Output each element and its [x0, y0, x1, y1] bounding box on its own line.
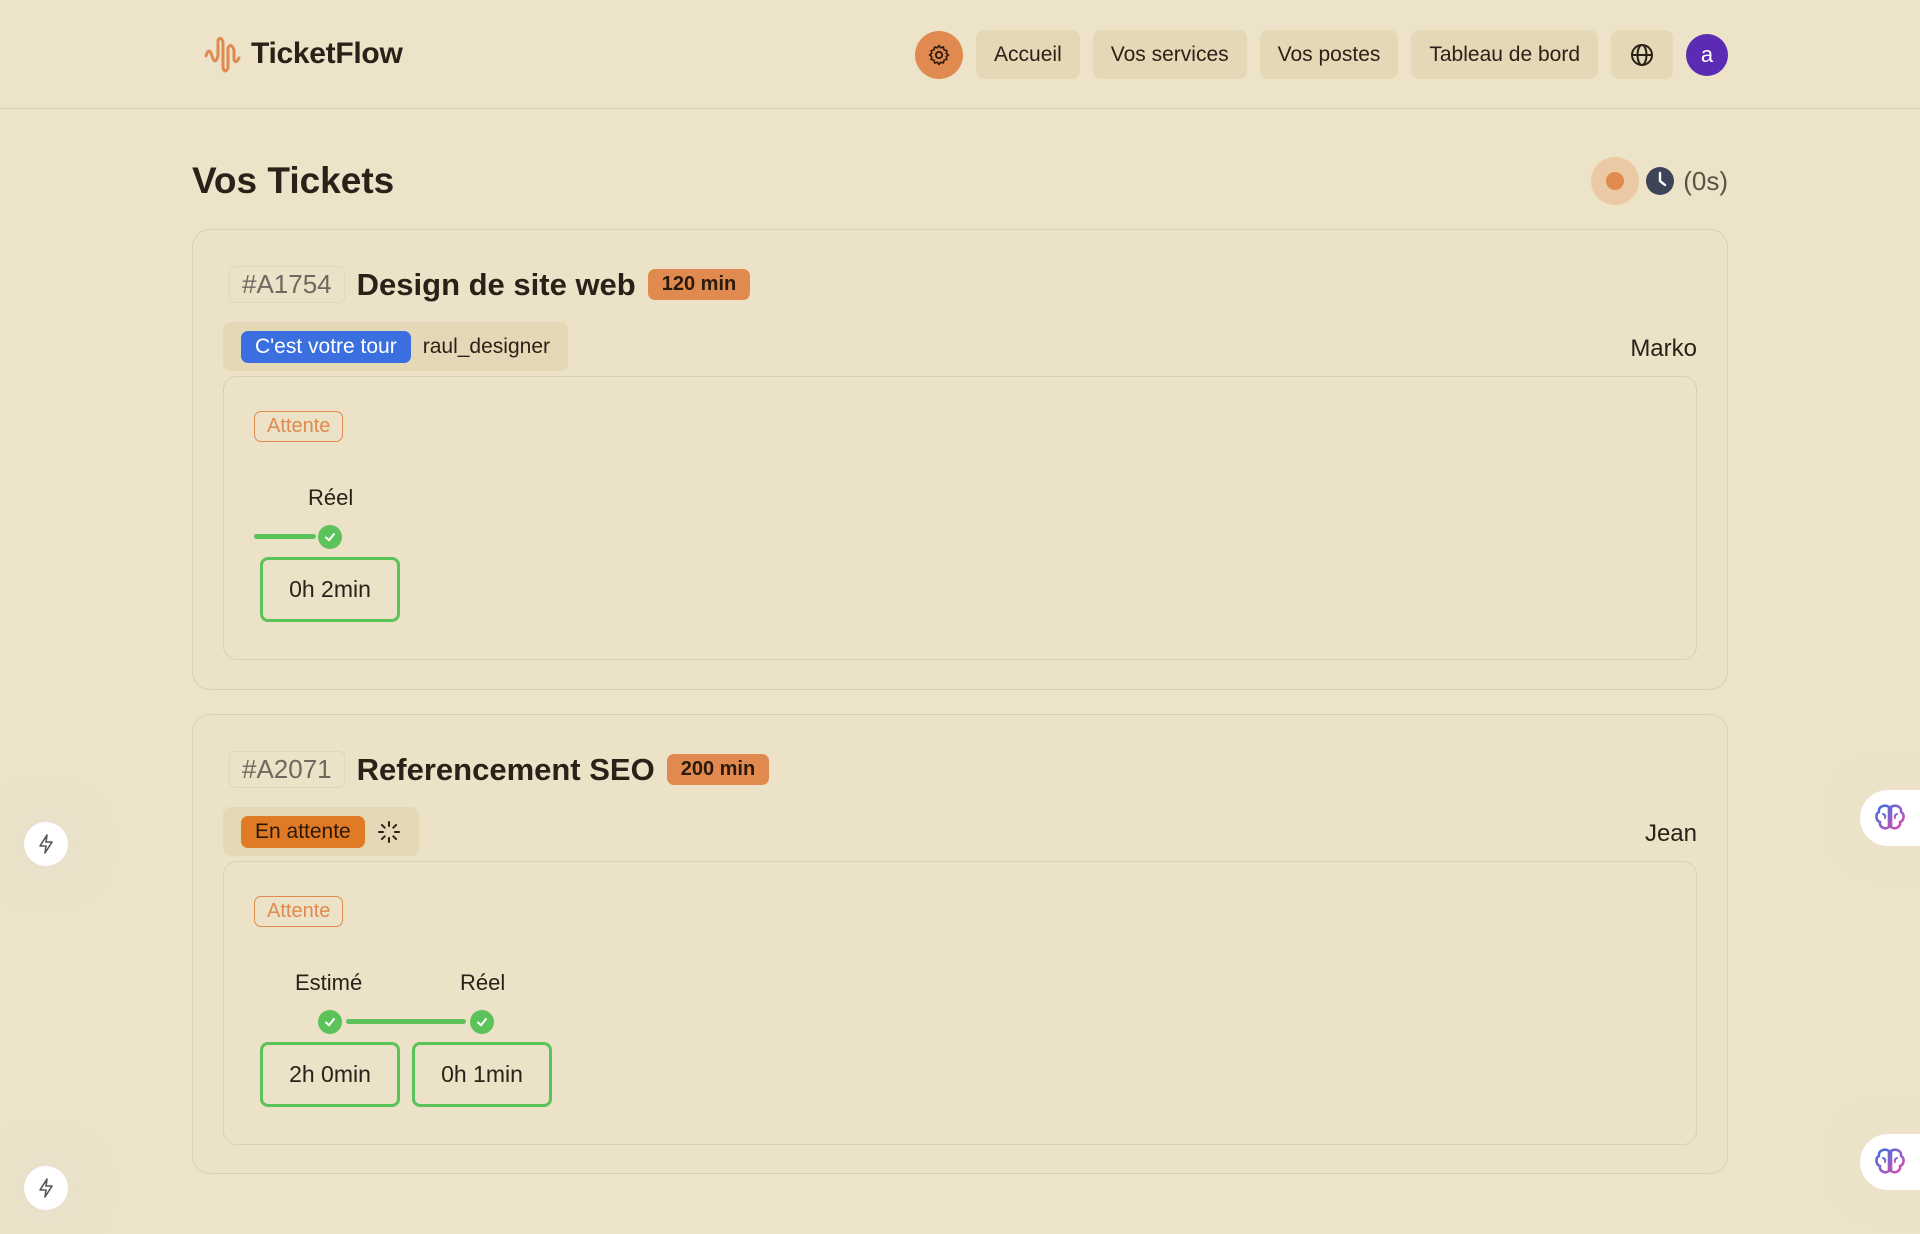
step-label: Réel — [308, 485, 354, 510]
time-value-box: 0h 1min — [412, 1042, 552, 1107]
language-button[interactable] — [1611, 30, 1673, 79]
state-badge: Attente — [254, 896, 344, 927]
ticket-id: #A1754 — [229, 266, 345, 303]
ticket-card[interactable]: #A2071 Referencement SEO 200 min En atte… — [192, 714, 1728, 1174]
nav-vos-services[interactable]: Vos services — [1092, 30, 1247, 79]
check-icon — [318, 525, 342, 549]
recording-indicator[interactable] — [1591, 157, 1640, 205]
step-label: Estimé — [295, 970, 363, 995]
ticket-status-row: C'est votre tour raul_designer — [223, 322, 568, 371]
ticket-title: Referencement SEO — [356, 751, 655, 787]
time-value-box: 0h 2min — [260, 557, 400, 622]
refresh-timer[interactable]: (0s) — [1591, 157, 1728, 205]
ai-assistant-button[interactable] — [1860, 1134, 1920, 1190]
quick-action-button[interactable] — [24, 1166, 68, 1210]
page-title: Vos Tickets — [192, 160, 395, 201]
status-badge: C'est votre tour — [241, 330, 411, 363]
ticket-card[interactable]: #A1754 Design de site web 120 min C'est … — [192, 229, 1728, 690]
nav-accueil[interactable]: Accueil — [976, 30, 1080, 79]
status-user: raul_designer — [422, 334, 550, 358]
assignee-name: Marko — [1630, 335, 1697, 362]
check-icon — [470, 1010, 494, 1034]
main-nav: Accueil Vos services Vos postes Tableau … — [915, 30, 1728, 79]
duration-badge: 120 min — [647, 269, 751, 300]
assignee-name: Jean — [1644, 820, 1697, 847]
time-value-box: 2h 0min — [260, 1042, 400, 1107]
gear-icon — [928, 44, 950, 65]
top-navbar: TicketFlow Accueil Vos services Vos post… — [0, 0, 1920, 109]
loading-spinner-icon — [377, 820, 400, 843]
record-dot-icon — [1606, 172, 1625, 190]
ticket-id: #A2071 — [229, 751, 345, 788]
brand-name: TicketFlow — [251, 37, 403, 70]
step-label: Réel — [460, 970, 506, 995]
brand[interactable]: TicketFlow — [203, 34, 403, 74]
brain-icon — [1875, 1148, 1905, 1174]
check-icon — [318, 1010, 342, 1034]
ticket-header: #A2071 Referencement SEO 200 min — [229, 751, 770, 788]
settings-button[interactable] — [915, 30, 964, 79]
ai-assistant-button[interactable] — [1860, 790, 1920, 846]
nav-vos-postes[interactable]: Vos postes — [1259, 30, 1399, 79]
timer-text: (0s) — [1683, 165, 1728, 196]
globe-icon — [1631, 43, 1653, 66]
ticket-status-row: En attente — [223, 807, 419, 856]
brain-icon — [1875, 804, 1905, 830]
progress-line — [254, 534, 316, 539]
ticket-progress-panel: Attente Réel 0h 2min — [223, 376, 1697, 660]
waveform-logo-icon — [204, 36, 241, 73]
ticket-title: Design de site web — [356, 266, 636, 302]
lightning-icon — [39, 1178, 53, 1198]
duration-badge: 200 min — [666, 754, 770, 785]
status-badge: En attente — [241, 815, 365, 848]
user-avatar[interactable]: a — [1686, 33, 1728, 76]
nav-tableau-de-bord[interactable]: Tableau de bord — [1411, 30, 1598, 79]
state-badge: Attente — [254, 411, 344, 442]
ticket-progress-panel: Attente Estimé Réel 2h 0min 0h 1min — [223, 861, 1697, 1145]
clock-icon — [1646, 167, 1675, 195]
quick-action-button[interactable] — [24, 822, 68, 866]
progress-line — [346, 1019, 466, 1024]
lightning-icon — [39, 834, 53, 854]
ticket-header: #A1754 Design de site web 120 min — [229, 266, 751, 303]
